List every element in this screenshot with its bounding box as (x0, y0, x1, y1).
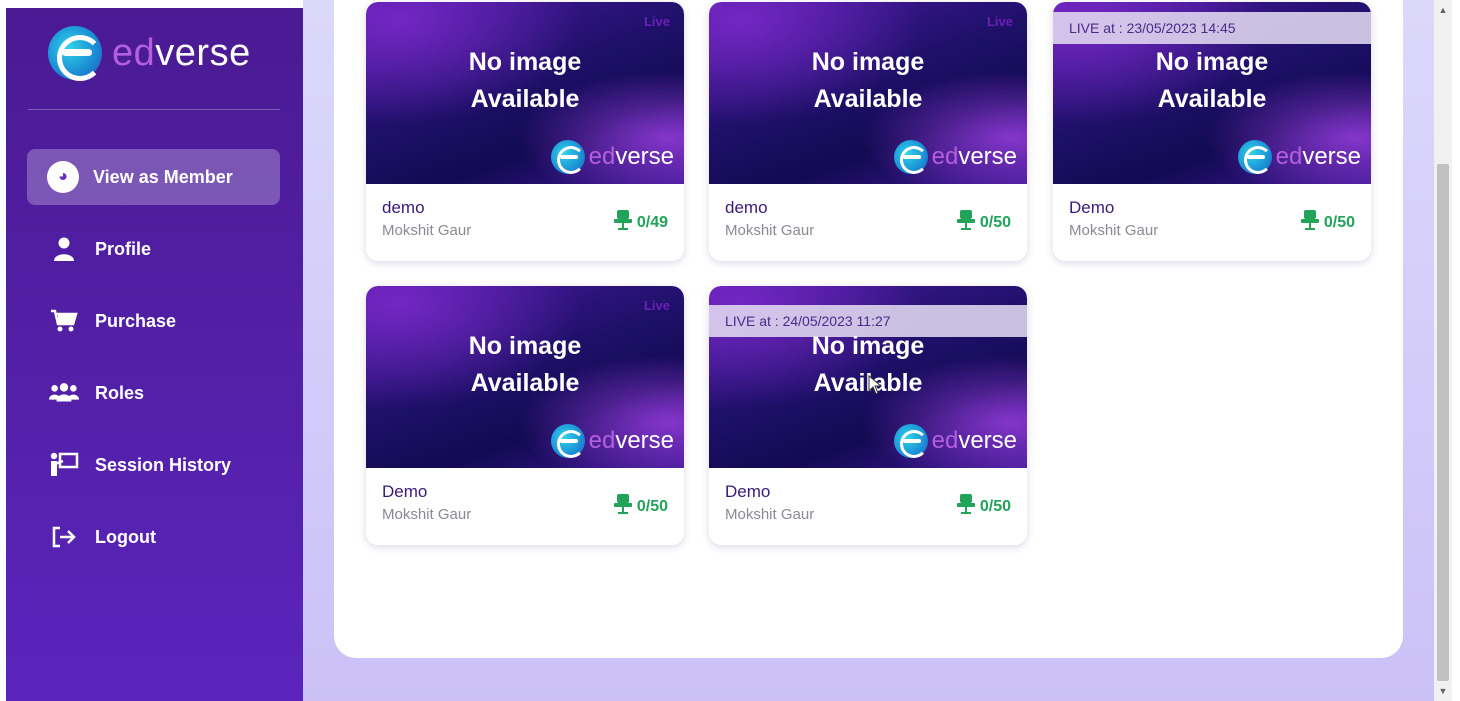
session-host: Mokshit Gaur (1069, 222, 1159, 239)
session-host: Mokshit Gaur (725, 506, 815, 523)
session-title: Demo (382, 482, 428, 501)
live-schedule-banner: LIVE at : 23/05/2023 14:45 (1053, 12, 1371, 44)
session-card[interactable]: Live No image Available edverse demo Mok… (709, 2, 1027, 261)
session-card[interactable]: Live No image Available edverse demo Mok… (366, 2, 684, 261)
sidebar-item-label: Purchase (95, 310, 177, 331)
session-card[interactable]: Live No image Available edverse Demo Mok… (366, 286, 684, 545)
session-title: Demo (1069, 198, 1115, 217)
sidebar-item-label: Logout (95, 526, 156, 547)
sidebar-item-label: Session History (95, 454, 232, 475)
sidebar-item-label: Profile (95, 238, 152, 259)
sidebar-item-roles[interactable]: Roles (27, 365, 280, 421)
group-icon (49, 380, 79, 406)
edverse-logo-icon (550, 140, 585, 174)
edverse-watermark: edverse (893, 140, 1017, 174)
session-card[interactable]: LIVE at : 24/05/2023 11:27 No image Avai… (709, 286, 1027, 545)
user-icon (49, 236, 79, 262)
sidebar-item-session-history[interactable]: Session History (27, 437, 280, 493)
session-host: Mokshit Gaur (382, 222, 472, 239)
sidebar-item-label: Roles (95, 382, 145, 403)
session-thumbnail: Live No image Available edverse (366, 286, 684, 468)
presentation-icon (49, 452, 79, 478)
live-tag: Live (986, 14, 1013, 29)
edverse-watermark: edverse (893, 424, 1017, 458)
scrollbar-thumb[interactable] (1437, 164, 1449, 681)
sidebar-item-view-as-member[interactable]: ◕ View as Member (27, 149, 280, 205)
no-image-text: No image Available (468, 48, 582, 113)
session-host: Mokshit Gaur (725, 222, 815, 239)
edverse-watermark: edverse (1237, 140, 1361, 174)
scroll-down-arrow-icon[interactable]: ▼ (1434, 683, 1452, 699)
session-title: demo (725, 198, 768, 217)
session-card[interactable]: LIVE at : 23/05/2023 14:45 No image Avai… (1053, 2, 1371, 261)
edverse-logo-icon (893, 424, 928, 458)
scroll-up-arrow-icon[interactable]: ▲ (1434, 2, 1452, 18)
chair-icon (956, 494, 975, 519)
no-image-text: No image Available (1155, 48, 1269, 113)
chair-icon (613, 210, 632, 235)
sidebar-divider (28, 109, 280, 110)
session-host: Mokshit Gaur (382, 506, 472, 523)
edverse-logo-icon (893, 140, 928, 174)
sidebar-item-profile[interactable]: Profile (27, 221, 280, 277)
session-thumbnail: Live No image Available edverse (366, 2, 684, 184)
sidebar-item-purchase[interactable]: Purchase (27, 293, 280, 349)
logout-icon (49, 524, 79, 550)
edverse-logo-icon (48, 26, 103, 81)
session-title: Demo (725, 482, 771, 501)
sidebar-item-logout[interactable]: Logout (27, 509, 280, 565)
window-edge (1452, 0, 1460, 701)
mouse-cursor-icon (868, 374, 883, 400)
chair-icon (956, 210, 975, 235)
edverse-watermark: edverse (550, 140, 674, 174)
seat-count: 0/50 (613, 494, 668, 519)
sidebar: edverse ◕ View as Member Profile Purchas… (6, 8, 303, 701)
seat-count: 0/50 (1300, 210, 1355, 235)
seat-count: 0/50 (956, 494, 1011, 519)
logo-text: edverse (112, 31, 251, 74)
sidebar-item-label: View as Member (93, 166, 233, 187)
no-image-text: No image Available (468, 332, 582, 397)
edverse-logo-icon (550, 424, 585, 458)
session-title: demo (382, 198, 425, 217)
chair-icon (613, 494, 632, 519)
seat-count: 0/49 (613, 210, 668, 235)
edverse-logo-icon (1237, 140, 1272, 174)
live-tag: Live (643, 298, 670, 313)
seat-count: 0/50 (956, 210, 1011, 235)
no-image-text: No image Available (811, 48, 925, 113)
cart-icon (49, 308, 79, 334)
edverse-watermark: edverse (550, 424, 674, 458)
session-thumbnail: Live No image Available edverse (709, 2, 1027, 184)
live-tag: Live (643, 14, 670, 29)
vertical-scrollbar[interactable]: ▲ ▼ (1434, 0, 1452, 701)
edverse-logo[interactable]: edverse (48, 26, 251, 81)
session-thumbnail: LIVE at : 23/05/2023 14:45 No image Avai… (1053, 2, 1371, 184)
gauge-icon: ◕ (47, 161, 79, 193)
chair-icon (1300, 210, 1319, 235)
